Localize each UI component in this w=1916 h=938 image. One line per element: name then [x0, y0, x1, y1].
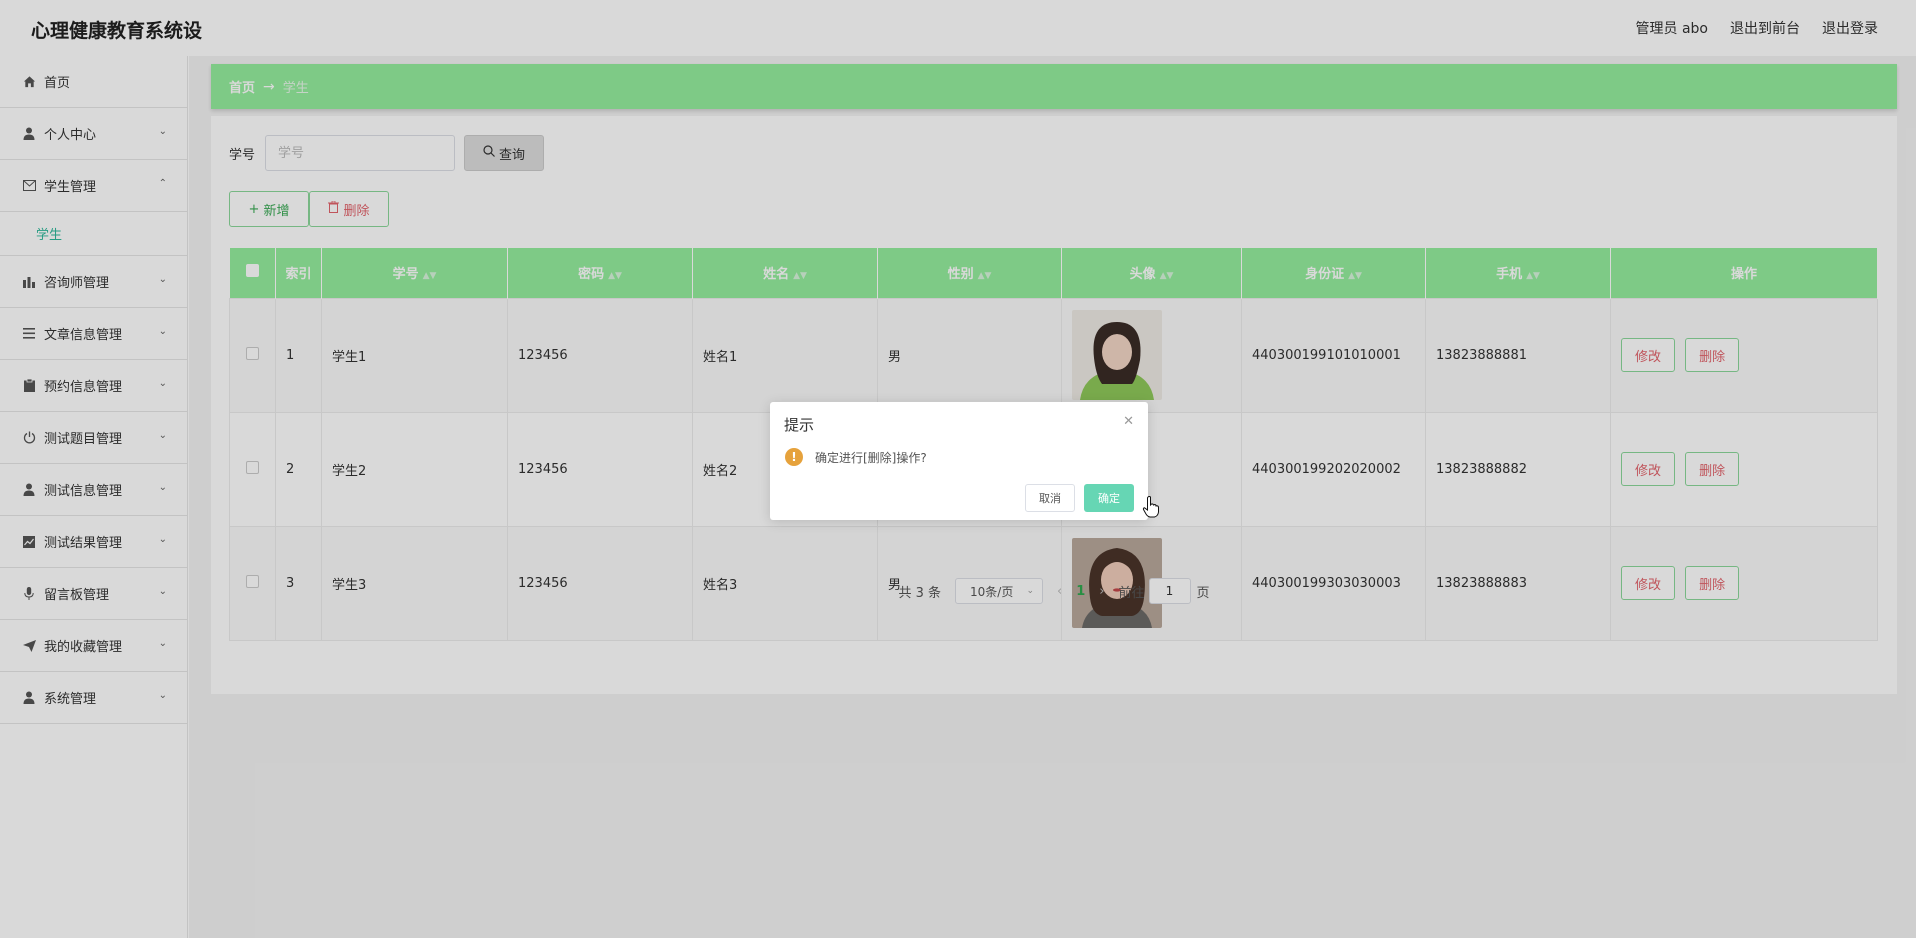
close-icon[interactable]: ✕: [1123, 414, 1134, 429]
warning-icon: !: [785, 448, 803, 466]
dialog-title: 提示: [784, 416, 815, 434]
confirm-dialog: 提示 ✕ ! 确定进行[删除]操作? 取消 确定: [770, 402, 1148, 520]
dialog-message: 确定进行[删除]操作?: [815, 451, 927, 465]
cancel-button[interactable]: 取消: [1025, 484, 1075, 512]
confirm-button[interactable]: 确定: [1084, 484, 1134, 512]
hand-cursor-icon: [1142, 496, 1160, 522]
